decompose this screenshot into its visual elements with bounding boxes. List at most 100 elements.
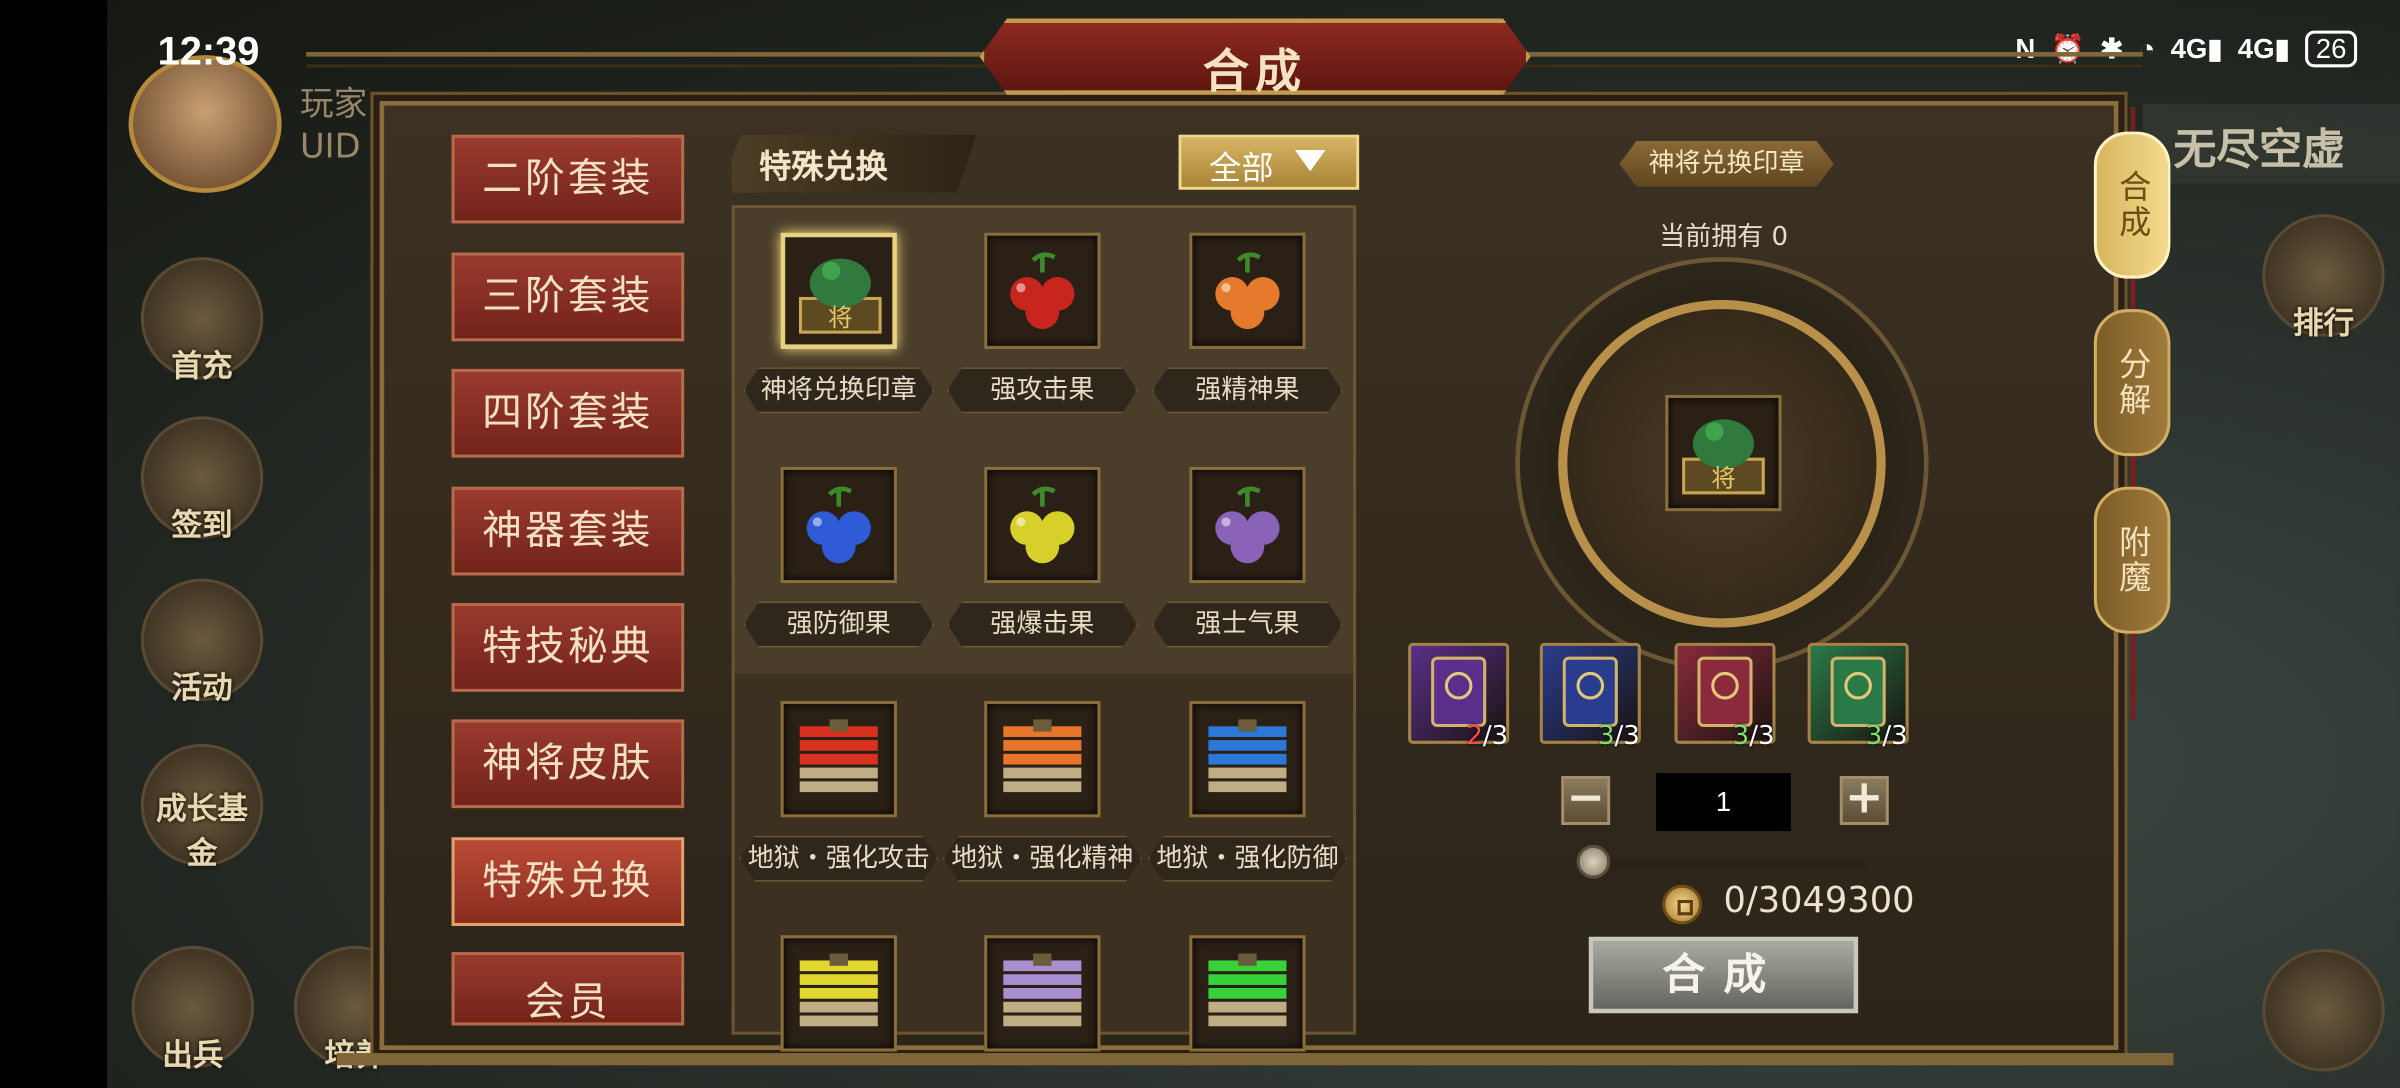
material-count: 3/3 xyxy=(1598,721,1640,752)
battery-indicator: 26 xyxy=(2305,30,2358,68)
item-label: 强精神果 xyxy=(1152,367,1343,414)
quantity-slider-knob[interactable] xyxy=(1576,844,1611,879)
item-label: 地狱・强化精神 xyxy=(942,835,1142,882)
chevron-down-icon xyxy=(1294,149,1326,172)
tab-tier3-set[interactable]: 三阶套装 xyxy=(451,252,685,342)
jade-seal-icon: 将 xyxy=(1682,419,1765,495)
item-slot[interactable] xyxy=(780,935,897,1052)
material-count: 2/3 xyxy=(1466,721,1508,752)
svg-text:将: 将 xyxy=(1711,464,1735,493)
hud-growth-fund-button[interactable]: 成长基金 xyxy=(140,743,264,871)
purple-fruit-icon xyxy=(1215,486,1280,564)
side-tab-decompose[interactable]: 分解 xyxy=(2093,309,2171,457)
tab-skill-book[interactable]: 特技秘典 xyxy=(451,603,685,692)
item-label: 强防御果 xyxy=(743,601,934,648)
net-label: 4G xyxy=(2237,33,2275,65)
result-item-slot[interactable]: 将 xyxy=(1665,394,1782,512)
tab-special-exchange[interactable]: 特殊兑换 xyxy=(451,837,685,927)
item-slot[interactable] xyxy=(984,466,1101,584)
coin-icon xyxy=(1662,884,1703,925)
owned-label: 当前拥有 xyxy=(1659,221,1764,253)
material-need: /3 xyxy=(1482,720,1509,752)
tab-tier2-set[interactable]: 二阶套装 xyxy=(451,134,685,224)
red-fruit-icon xyxy=(1010,252,1075,330)
material-need: /3 xyxy=(1749,720,1775,752)
hud-ranking-button[interactable]: 排行 xyxy=(2262,214,2385,341)
orange-fruit-icon xyxy=(1215,252,1280,330)
item-label: 地狱・强化攻击 xyxy=(739,835,939,882)
item-slot[interactable] xyxy=(984,935,1101,1052)
hud-signin-button[interactable]: 签到 xyxy=(140,416,264,543)
quantity-slider-track[interactable] xyxy=(1591,860,1868,870)
item-slot[interactable] xyxy=(984,701,1101,818)
item-label: 神将兑换印章 xyxy=(743,367,934,414)
item-label: 地狱・强化防御 xyxy=(1147,835,1347,882)
item-label: 强士气果 xyxy=(1152,601,1343,648)
hud-label: 排行 xyxy=(2292,304,2355,342)
material-count: 3/3 xyxy=(1866,721,1908,752)
category-header: 特殊兑换 xyxy=(731,134,977,193)
material-have: 3 xyxy=(1732,720,1750,752)
orange-book-stack-icon xyxy=(1001,719,1083,794)
tab-vip[interactable]: 会员 xyxy=(451,952,685,1026)
quantity-input[interactable] xyxy=(1656,772,1791,832)
blue-book-stack-icon xyxy=(1206,719,1288,794)
right-nav-title: 无尽空虚 xyxy=(2173,123,2345,175)
material-need: /3 xyxy=(1614,720,1640,752)
item-slot[interactable] xyxy=(780,466,897,584)
yellow-fruit-icon xyxy=(1010,486,1075,564)
green-book-stack-icon xyxy=(1206,953,1288,1028)
owned-count: 当前拥有 0 xyxy=(1659,214,1789,253)
hud-label: 签到 xyxy=(171,506,233,544)
hud-label: 首充 xyxy=(171,347,233,385)
signal-4g-1-icon: 4G▮ xyxy=(2170,33,2223,65)
item-slot[interactable] xyxy=(1189,701,1306,818)
combine-button[interactable]: 合成 xyxy=(1588,936,1859,1014)
status-time: 12:39 xyxy=(157,27,260,74)
right-nav-bar: 无尽空虚 xyxy=(2142,104,2400,184)
svg-text:将: 将 xyxy=(828,303,852,332)
jade-seal-icon: 将 xyxy=(798,258,882,334)
item-slot[interactable] xyxy=(1189,466,1306,584)
hud-label: 活动 xyxy=(171,668,233,706)
item-label: 强爆击果 xyxy=(947,601,1138,648)
hud-label: 成长基金 xyxy=(156,789,248,871)
owned-value: 0 xyxy=(1771,221,1789,253)
material-have: 3 xyxy=(1865,720,1883,752)
hud-first-recharge-button[interactable]: 首充 xyxy=(140,257,264,384)
hud-deploy-button[interactable]: 出兵 xyxy=(131,945,255,1073)
panel-title: 合成 xyxy=(1203,45,1308,100)
hud-menu-button[interactable] xyxy=(2262,948,2385,1072)
red-book-stack-icon xyxy=(798,719,880,794)
hud-label: 出兵 xyxy=(162,1036,224,1073)
panel-bottom-trim xyxy=(336,1053,2174,1066)
side-tab-combine[interactable]: 合成 xyxy=(2093,131,2171,279)
item-slot[interactable]: 将 xyxy=(780,232,897,349)
panel-title-plate: 合成 xyxy=(979,18,1531,95)
item-slot[interactable] xyxy=(780,701,897,818)
material-need: /3 xyxy=(1882,720,1908,752)
yellow-book-stack-icon xyxy=(798,953,880,1028)
selected-item-title: 神将兑换印章 xyxy=(1619,140,1834,187)
item-slot[interactable] xyxy=(1189,232,1306,349)
item-slot[interactable] xyxy=(984,232,1101,349)
category-header-label: 特殊兑换 xyxy=(759,148,888,186)
hud-activity-button[interactable]: 活动 xyxy=(140,578,264,706)
purple-book-stack-icon xyxy=(1001,953,1083,1028)
blue-fruit-icon xyxy=(806,486,871,564)
side-tab-enchant[interactable]: 附魔 xyxy=(2093,486,2171,634)
decrease-quantity-button[interactable]: − xyxy=(1561,775,1611,825)
tab-tier4-set[interactable]: 四阶套装 xyxy=(451,368,685,458)
uid-label: UID xyxy=(299,128,361,167)
material-count: 3/3 xyxy=(1733,721,1775,752)
increase-quantity-button[interactable]: + xyxy=(1839,775,1889,825)
material-have: 3 xyxy=(1597,720,1615,752)
filter-label: 全部 xyxy=(1209,149,1274,187)
item-label: 强攻击果 xyxy=(947,367,1138,414)
coin-cost: 0/3049300 xyxy=(1723,881,1915,922)
filter-dropdown[interactable]: 全部 xyxy=(1178,134,1360,190)
tab-artifact-set[interactable]: 神器套装 xyxy=(451,486,685,576)
letterbox-bar xyxy=(0,0,108,1088)
tab-general-skin[interactable]: 神将皮肤 xyxy=(451,719,685,809)
item-slot[interactable] xyxy=(1189,935,1306,1052)
